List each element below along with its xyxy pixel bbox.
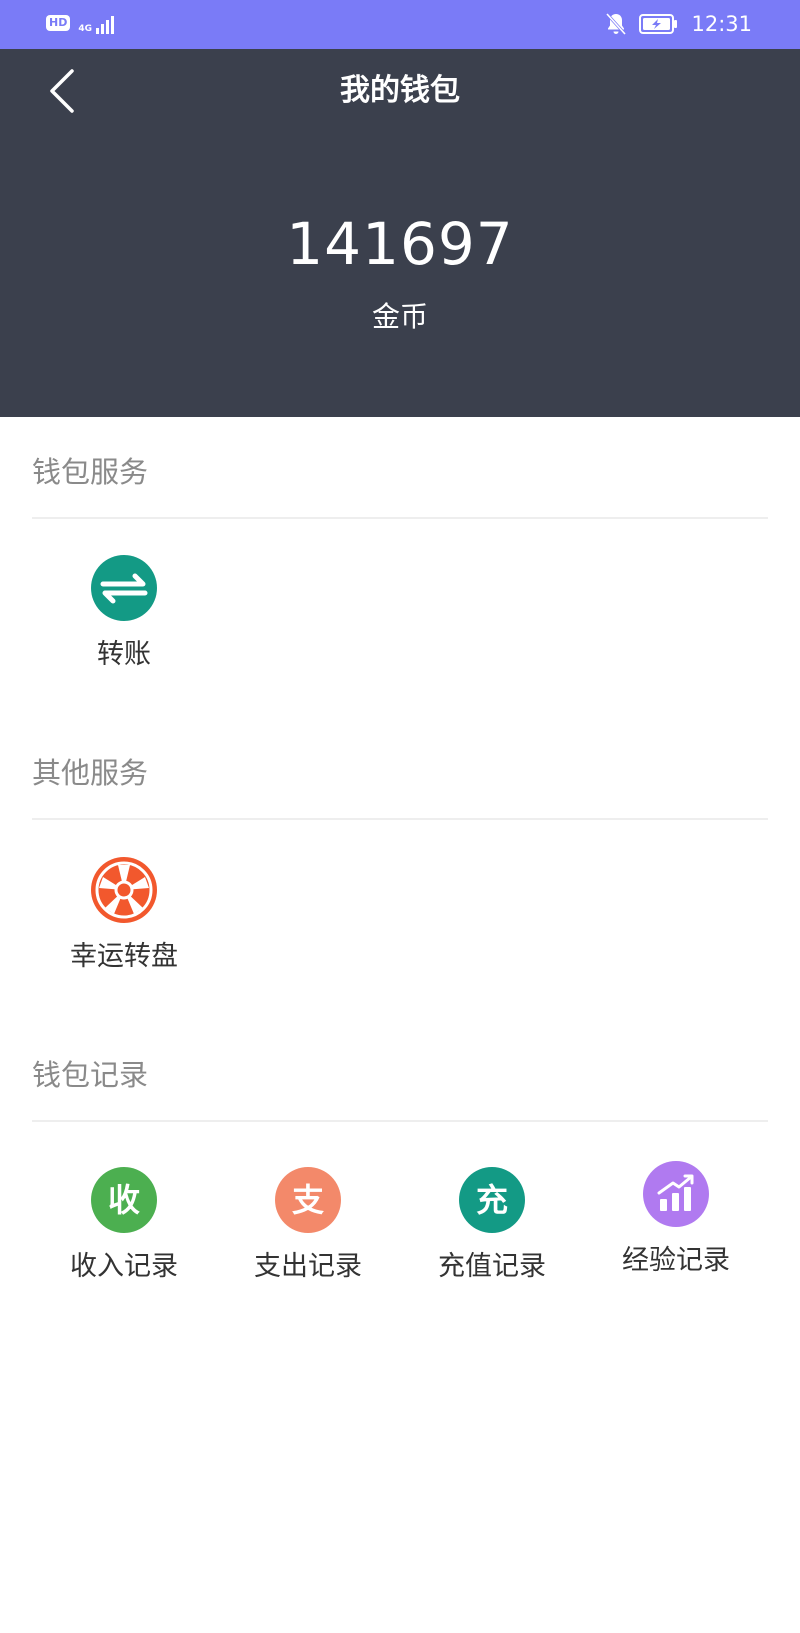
other-services-section: 其他服务 幸运转盘: [32, 753, 768, 973]
clock: 12:31: [691, 12, 752, 36]
currency-label: 金币: [371, 300, 428, 333]
divider: [32, 818, 768, 820]
experience-records-button[interactable]: 经验记录: [584, 1161, 768, 1279]
network-type: 4G: [78, 24, 92, 34]
income-icon: 收: [91, 1167, 157, 1233]
income-records-label: 收入记录: [70, 1251, 178, 1282]
lucky-wheel-label: 幸运转盘: [70, 941, 178, 972]
expense-records-label: 支出记录: [254, 1251, 362, 1282]
lucky-wheel-button[interactable]: 幸运转盘: [32, 857, 216, 975]
income-records-button[interactable]: 收 收入记录: [32, 1167, 216, 1285]
chart-bars-icon: [643, 1161, 709, 1227]
divider: [32, 517, 768, 519]
recharge-icon: 充: [459, 1167, 525, 1233]
signal-bar: [111, 16, 114, 34]
wheel-icon: [91, 857, 157, 923]
section-title: 其他服务: [32, 756, 149, 790]
section-title: 钱包记录: [32, 1058, 149, 1092]
signal-bar: [106, 20, 109, 34]
status-right: 12:31: [605, 10, 752, 38]
battery-charging-icon: [639, 13, 679, 35]
transfer-icon: [91, 555, 157, 621]
divider: [32, 1120, 768, 1122]
page-title: 我的钱包: [340, 73, 460, 108]
transfer-button[interactable]: 转账: [32, 555, 216, 673]
experience-records-label: 经验记录: [622, 1245, 730, 1276]
bell-muted-icon: [605, 12, 627, 36]
signal-icon: 4G: [78, 12, 114, 34]
recharge-records-button[interactable]: 充 充值记录: [400, 1167, 584, 1285]
expense-icon: 支: [275, 1167, 341, 1233]
wallet-screen: HD 4G 12:31 我的钱包 141697 金币 钱包服务 转账 其他服务 …: [0, 0, 800, 1633]
signal-bar: [96, 28, 99, 34]
status-left: HD 4G: [46, 12, 114, 34]
transfer-label: 转账: [97, 639, 151, 670]
hd-icon: HD: [46, 15, 71, 31]
status-bar: HD 4G 12:31: [0, 0, 800, 49]
wallet-services-section: 钱包服务 转账: [32, 452, 768, 672]
expense-records-button[interactable]: 支 支出记录: [216, 1167, 400, 1285]
wallet-records-section: 钱包记录 收 收入记录 支 支出记录 充 充值记录 经验记录: [32, 1055, 768, 1315]
signal-bar: [101, 24, 104, 34]
recharge-records-label: 充值记录: [438, 1251, 546, 1282]
coin-balance: 141697: [286, 210, 514, 278]
wallet-header: 我的钱包 141697 金币: [0, 49, 800, 417]
section-title: 钱包服务: [32, 455, 149, 489]
